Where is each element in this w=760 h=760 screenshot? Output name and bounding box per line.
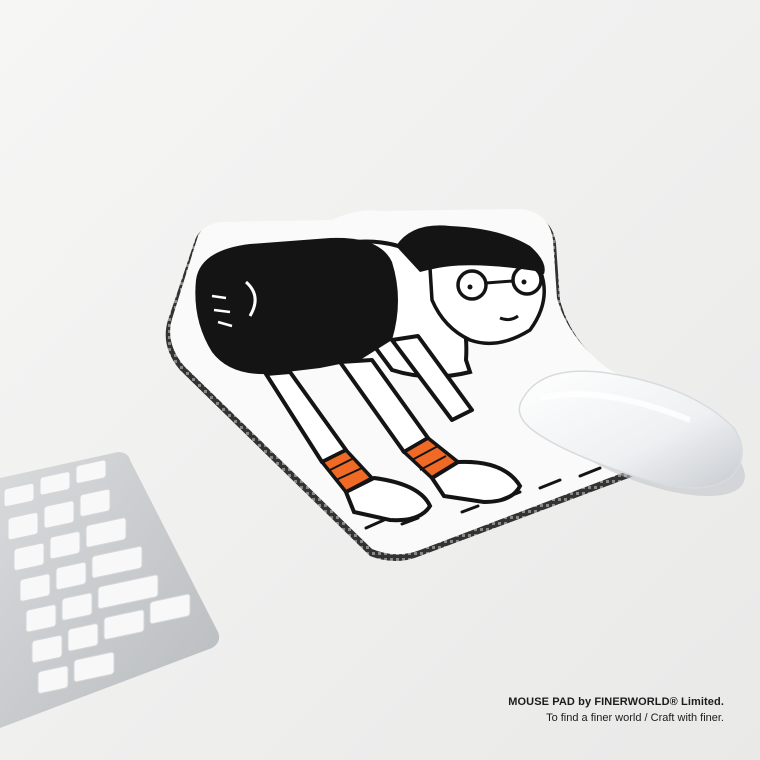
glasses-bridge bbox=[485, 279, 514, 285]
caption-title: MOUSE PAD by FINERWORLD® Limited. bbox=[508, 696, 724, 708]
eye-left bbox=[467, 284, 473, 290]
eye-right bbox=[521, 279, 527, 285]
caption-tagline: To find a finer world / Craft with finer… bbox=[546, 712, 724, 724]
shorts bbox=[195, 237, 398, 375]
brand-caption: MOUSE PAD by FINERWORLD® Limited. To fin… bbox=[394, 694, 724, 726]
product-photo bbox=[0, 0, 760, 760]
